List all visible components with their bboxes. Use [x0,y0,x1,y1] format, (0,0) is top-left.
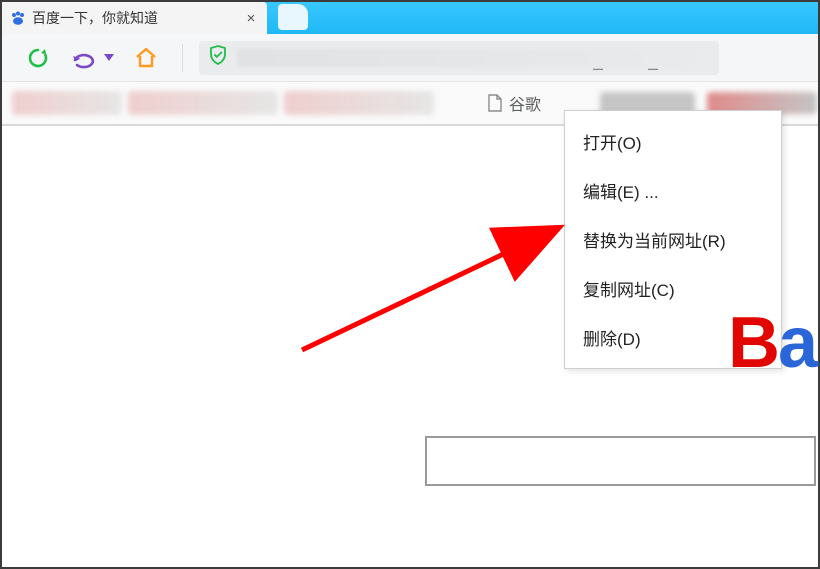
bookmark-blurred-3[interactable] [284,91,434,115]
bookmark-blurred-1[interactable] [12,91,122,115]
page-icon [487,94,503,112]
bookmark-blurred-2[interactable] [128,91,278,115]
new-tab-button[interactable] [278,4,308,30]
back-button[interactable] [68,42,100,74]
bookmark-label: 谷歌 [509,91,541,115]
toolbar [2,34,818,82]
undo-icon [69,46,99,70]
menu-open[interactable]: 打开(O) [565,117,781,166]
home-button[interactable] [130,42,162,74]
home-icon [134,46,158,70]
back-dropdown[interactable] [102,42,116,74]
tab-close-icon[interactable]: × [243,11,259,26]
tab-strip: 百度一下，你就知道 × [2,2,818,34]
baidu-logo-fragment: Ba [728,302,816,384]
logo-letter-a: a [778,303,816,383]
reload-button[interactable] [22,42,54,74]
baidu-favicon [10,10,26,26]
tab-title: 百度一下，你就知道 [32,8,243,28]
toolbar-dashes: – – [593,58,678,79]
window-frame: 百度一下，你就知道 × – – [0,0,820,569]
search-input[interactable] [425,436,816,486]
bookmark-google[interactable]: 谷歌 [487,91,541,115]
logo-letter-b: B [728,303,778,383]
toolbar-divider [182,44,183,72]
reload-icon [26,46,50,70]
browser-tab[interactable]: 百度一下，你就知道 × [2,2,267,34]
shield-icon [209,45,227,70]
menu-edit[interactable]: 编辑(E) ... [565,166,781,215]
chevron-down-icon [104,54,114,62]
menu-replace[interactable]: 替换为当前网址(R) [565,215,781,264]
